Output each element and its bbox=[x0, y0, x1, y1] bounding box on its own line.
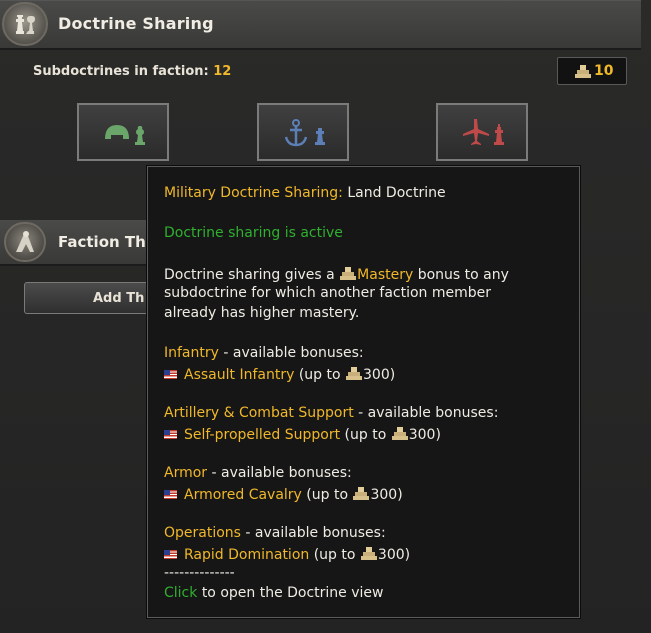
mastery-icon bbox=[391, 427, 408, 440]
add-button-label: Add Th bbox=[93, 291, 145, 306]
bonus-name: Self-propelled Support bbox=[184, 427, 341, 443]
bonus-item: Self-propelled Support (up to 300) bbox=[164, 425, 441, 443]
panel-header: Doctrine Sharing bbox=[0, 0, 641, 50]
plane-icon bbox=[463, 119, 504, 145]
description-line-2: subdoctrine for which another faction me… bbox=[164, 285, 492, 301]
click-hint-text: to open the Doctrine view bbox=[201, 585, 384, 601]
bonus-name: Assault Infantry bbox=[184, 367, 295, 383]
us-flag-icon bbox=[164, 430, 177, 439]
subdoctrines-label: Subdoctrines in faction: bbox=[33, 64, 209, 79]
anchor-icon bbox=[284, 119, 325, 147]
mastery-points-box: 10 bbox=[557, 57, 627, 85]
bonus-item: Armored Cavalry (up to 300) bbox=[164, 485, 403, 503]
mastery-icon bbox=[346, 367, 362, 380]
group-suffix: - available bonuses: bbox=[223, 345, 364, 361]
faction-section-title: Faction Th bbox=[58, 233, 146, 251]
description-text: bonus to any bbox=[417, 267, 509, 283]
add-button[interactable]: Add Th bbox=[24, 282, 154, 314]
mastery-icon bbox=[340, 267, 357, 280]
land-doctrine-button[interactable] bbox=[77, 103, 169, 161]
chess-pieces-icon bbox=[2, 2, 48, 46]
group-name: Infantry bbox=[164, 345, 219, 361]
group-heading: Artillery & Combat Support - available b… bbox=[164, 405, 498, 421]
bonus-up-to: (up to bbox=[344, 427, 387, 443]
bonus-value: 300) bbox=[370, 487, 403, 503]
mastery-term: Mastery bbox=[357, 267, 414, 283]
separator: -------------- bbox=[164, 565, 235, 581]
faction-emblem-icon bbox=[4, 222, 46, 262]
group-suffix: - available bonuses: bbox=[245, 525, 386, 541]
bonus-value: 300) bbox=[377, 547, 411, 563]
bonus-name: Rapid Domination bbox=[184, 547, 310, 563]
tooltip-title: Military Doctrine Sharing: Land Doctrine bbox=[164, 185, 446, 201]
group-name: Artillery & Combat Support bbox=[164, 405, 354, 421]
group-suffix: - available bonuses: bbox=[358, 405, 499, 421]
click-word: Click bbox=[164, 585, 198, 601]
description-line-3: already has higher mastery. bbox=[164, 305, 360, 321]
description-text: Doctrine sharing gives a bbox=[164, 267, 335, 283]
group-name: Operations bbox=[164, 525, 241, 541]
tooltip-title-label: Military Doctrine Sharing: bbox=[164, 185, 343, 201]
group-heading: Armor - available bonuses: bbox=[164, 465, 352, 481]
faction-section-header: Faction Th bbox=[0, 220, 160, 266]
bonus-value: 300) bbox=[408, 427, 441, 443]
click-hint: Click to open the Doctrine view bbox=[164, 585, 383, 601]
naval-doctrine-button[interactable] bbox=[257, 103, 349, 161]
group-heading: Operations - available bonuses: bbox=[164, 525, 386, 541]
bonus-up-to: (up to bbox=[298, 367, 341, 383]
us-flag-icon bbox=[164, 490, 177, 499]
tooltip-title-value: Land Doctrine bbox=[347, 185, 446, 201]
mastery-icon bbox=[353, 487, 370, 500]
sharing-status: Doctrine sharing is active bbox=[164, 225, 343, 241]
mastery-icon bbox=[574, 63, 592, 83]
us-flag-icon bbox=[164, 370, 177, 379]
mastery-icon bbox=[360, 547, 377, 560]
bonus-value: 300) bbox=[363, 367, 396, 383]
air-doctrine-button[interactable] bbox=[436, 103, 528, 161]
us-flag-icon bbox=[164, 550, 177, 559]
doctrine-sharing-panel: Doctrine Sharing Subdoctrines in faction… bbox=[0, 0, 651, 633]
bonus-up-to: (up to bbox=[306, 487, 349, 503]
panel-title: Doctrine Sharing bbox=[58, 14, 214, 33]
subdoctrines-count: 12 bbox=[213, 64, 232, 79]
group-suffix: - available bonuses: bbox=[211, 465, 352, 481]
doctrine-sharing-tooltip: Military Doctrine Sharing: Land Doctrine… bbox=[147, 166, 580, 618]
bonus-up-to: (up to bbox=[313, 547, 356, 563]
mastery-points-value: 10 bbox=[594, 63, 614, 79]
bonus-item: Assault Infantry (up to 300) bbox=[164, 365, 395, 383]
bonus-item: Rapid Domination (up to 300) bbox=[164, 545, 410, 563]
group-heading: Infantry - available bonuses: bbox=[164, 345, 364, 361]
helmet-icon bbox=[105, 125, 145, 145]
group-name: Armor bbox=[164, 465, 208, 481]
bonus-name: Armored Cavalry bbox=[184, 487, 302, 503]
subdoctrines-in-faction: Subdoctrines in faction: 12 bbox=[33, 64, 231, 79]
description-line-1: Doctrine sharing gives a Mastery bonus t… bbox=[164, 265, 509, 283]
